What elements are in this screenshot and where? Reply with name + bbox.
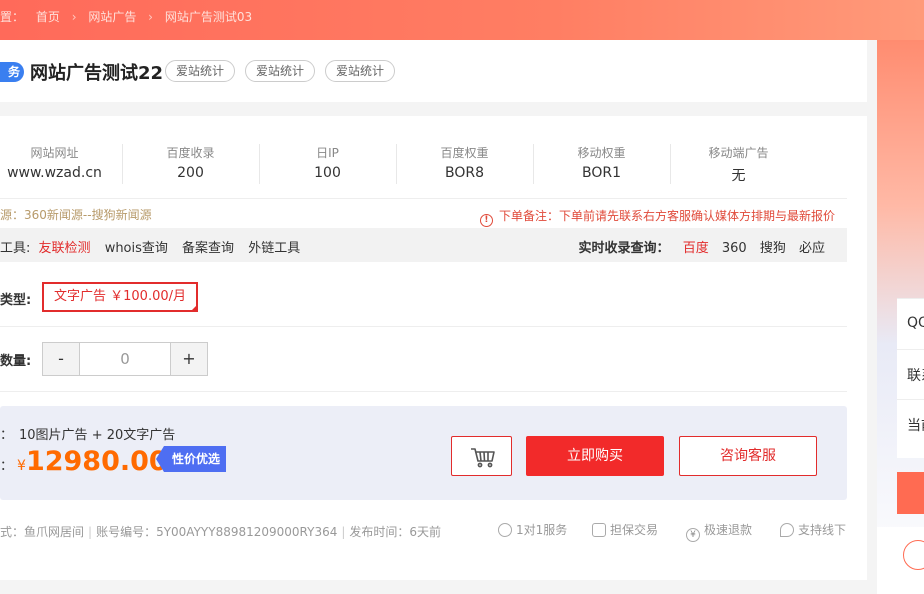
tool-backlinks[interactable]: 外链工具 [248,241,300,256]
price-panel: ： 10图片广告 + 20文字广告 ： ¥12980.00 性价优选 立即购买 咨询… [0,406,847,500]
divider [897,349,924,350]
contact-phone[interactable]: 联系 [907,365,924,385]
stat-label: 百度权重 [440,146,489,160]
breadcrumb-prefix: 置： [0,10,25,24]
divider [897,399,924,400]
guarantee-label: 1对1服务 [516,523,568,537]
cart-icon [471,448,495,468]
headset-icon [498,523,512,537]
add-to-cart-button[interactable] [451,436,512,476]
stat-mobile-ad: 移动端广告 无 [670,144,807,185]
tag-aizhan-stats[interactable]: 爱站统计 [165,60,236,82]
contact-qq[interactable]: QQ [907,315,924,331]
divider [0,198,847,199]
buy-now-button[interactable]: 立即购买 [526,436,664,476]
tag-aizhan-stats[interactable]: 爱站统计 [245,60,316,82]
quantity-minus-button[interactable]: - [43,343,79,375]
quantity-input[interactable]: 0 [79,343,171,375]
stat-value: www.wzad.cn [7,165,102,181]
order-note: ! 下单备注：下单前请先联系右方客服确认媒体方排期与最新报价 [479,207,835,227]
price-row: ： ¥12980.00 [0,446,168,477]
price-value: 12980.00 [25,446,168,477]
header-banner: 置： 首页 › 网站广告 › 网站广告测试03 [0,0,924,40]
contact-current[interactable]: 当前 [907,415,924,435]
engine-360[interactable]: 360 [722,241,747,256]
section-gap [0,102,867,116]
stat-label: 网站网址 [30,146,79,160]
stat-label: 移动端广告 [708,146,769,160]
tag-aizhan-stats[interactable]: 爱站统计 [325,60,396,82]
tool-link-check[interactable]: 友联检测 [39,241,91,256]
quantity-label: 数量: [0,354,32,369]
guarantee-label: 担保交易 [610,523,659,537]
stat-value: 100 [314,165,341,181]
quantity-stepper: - 0 + [42,342,208,376]
engine-sogou[interactable]: 搜狗 [760,241,786,256]
contact-card: QQ 联系 当前 [897,298,924,458]
building-icon [592,523,606,537]
listing-meta: 式：鱼爪网居间 | 账号编号：5Y00AYYY88981209000RY364 | 发布… [0,525,442,539]
guarantee-label: 极速退款 [704,523,753,537]
guarantee-label: 支持线下 [798,523,847,537]
currency-symbol: ¥ [17,458,26,474]
page-title: 网站广告测试22 [30,63,164,84]
listing-panel: 务 网站广告测试22 爱站统计 爱站统计 爱站统计 网站网址 www.wzad.… [0,40,867,580]
ad-type-option[interactable]: 文字广告 ￥100.00/月 [42,282,198,312]
order-note-text: 下单备注：下单前请先联系右方客服确认媒体方排期与最新报价 [498,209,835,223]
service-badge: 务 [0,62,24,82]
engine-bing[interactable]: 必应 [799,241,825,256]
stat-label: 百度收录 [166,146,215,160]
price-label: ： [0,459,14,474]
guarantee-offline: 支持线下 [780,521,846,538]
stat-mobile-weight: 移动权重 BOR1 [533,144,670,181]
news-source: 源：360新闻源--搜狗新闻源 [0,208,152,222]
realtime-label: 实时收录查询： [578,241,670,256]
engine-baidu[interactable]: 百度 [683,241,709,256]
deal-badge: 性价优选 [155,446,227,472]
location-pin-icon [780,523,794,537]
divider [0,391,847,392]
trade-method: 式：鱼爪网居间 [0,525,85,539]
breadcrumb-separator: › [148,10,153,24]
warning-icon: ! [479,214,493,227]
package-text: 10图片广告 + 20文字广告 [19,428,176,443]
breadcrumb: 置： 首页 › 网站广告 › 网站广告测试03 [0,8,260,25]
ad-type-label: 类型: [0,293,32,308]
tools-label: 工具: [0,241,31,256]
tools-links: 工具: 友联检测 whois查询 备案查询 外链工具 [0,237,310,256]
stat-site-url: 网站网址 www.wzad.cn [0,144,123,181]
contact-action-button[interactable] [897,472,924,514]
stat-value: 200 [177,165,204,181]
stat-label: 日IP [316,146,339,160]
publish-time: 发布时间：6天前 [349,525,442,539]
account-id: 账号编号：5Y00AYYY88981209000RY364 [96,525,338,539]
realtime-index: 实时收录查询： 百度 360 搜狗 必应 [570,237,825,256]
consult-service-button[interactable]: 咨询客服 [679,436,817,476]
stat-value: BOR8 [444,165,484,181]
tool-icp[interactable]: 备案查询 [182,241,234,256]
breadcrumb-home[interactable]: 首页 [36,10,60,24]
stat-value: 无 [731,168,746,184]
package-label: ： [0,428,14,443]
guarantee-refund: ¥ 极速退款 [686,521,752,542]
yen-icon: ¥ [686,528,700,542]
tool-whois[interactable]: whois查询 [105,241,168,256]
stat-daily-ip: 日IP 100 [259,144,396,181]
divider [0,326,847,327]
selected-corner-icon [190,304,198,312]
stat-baidu-weight: 百度权重 BOR8 [396,144,533,181]
guarantee-one-on-one: 1对1服务 [498,521,567,538]
tools-bar: 工具: 友联检测 whois查询 备案查询 外链工具 实时收录查询： 百度 36… [0,228,847,262]
stat-value: BOR1 [581,165,621,181]
ad-type-option-text: 文字广告 ￥100.00/月 [54,289,186,304]
breadcrumb-category[interactable]: 网站广告 [88,10,136,24]
package-info: ： 10图片广告 + 20文字广告 [0,424,175,443]
guarantee-escrow: 担保交易 [592,521,658,538]
stat-label: 移动权重 [577,146,626,160]
breadcrumb-separator: › [71,10,77,24]
stat-baidu-index: 百度收录 200 [122,144,259,181]
quantity-plus-button[interactable]: + [171,343,207,375]
breadcrumb-current[interactable]: 网站广告测试03 [165,10,252,24]
